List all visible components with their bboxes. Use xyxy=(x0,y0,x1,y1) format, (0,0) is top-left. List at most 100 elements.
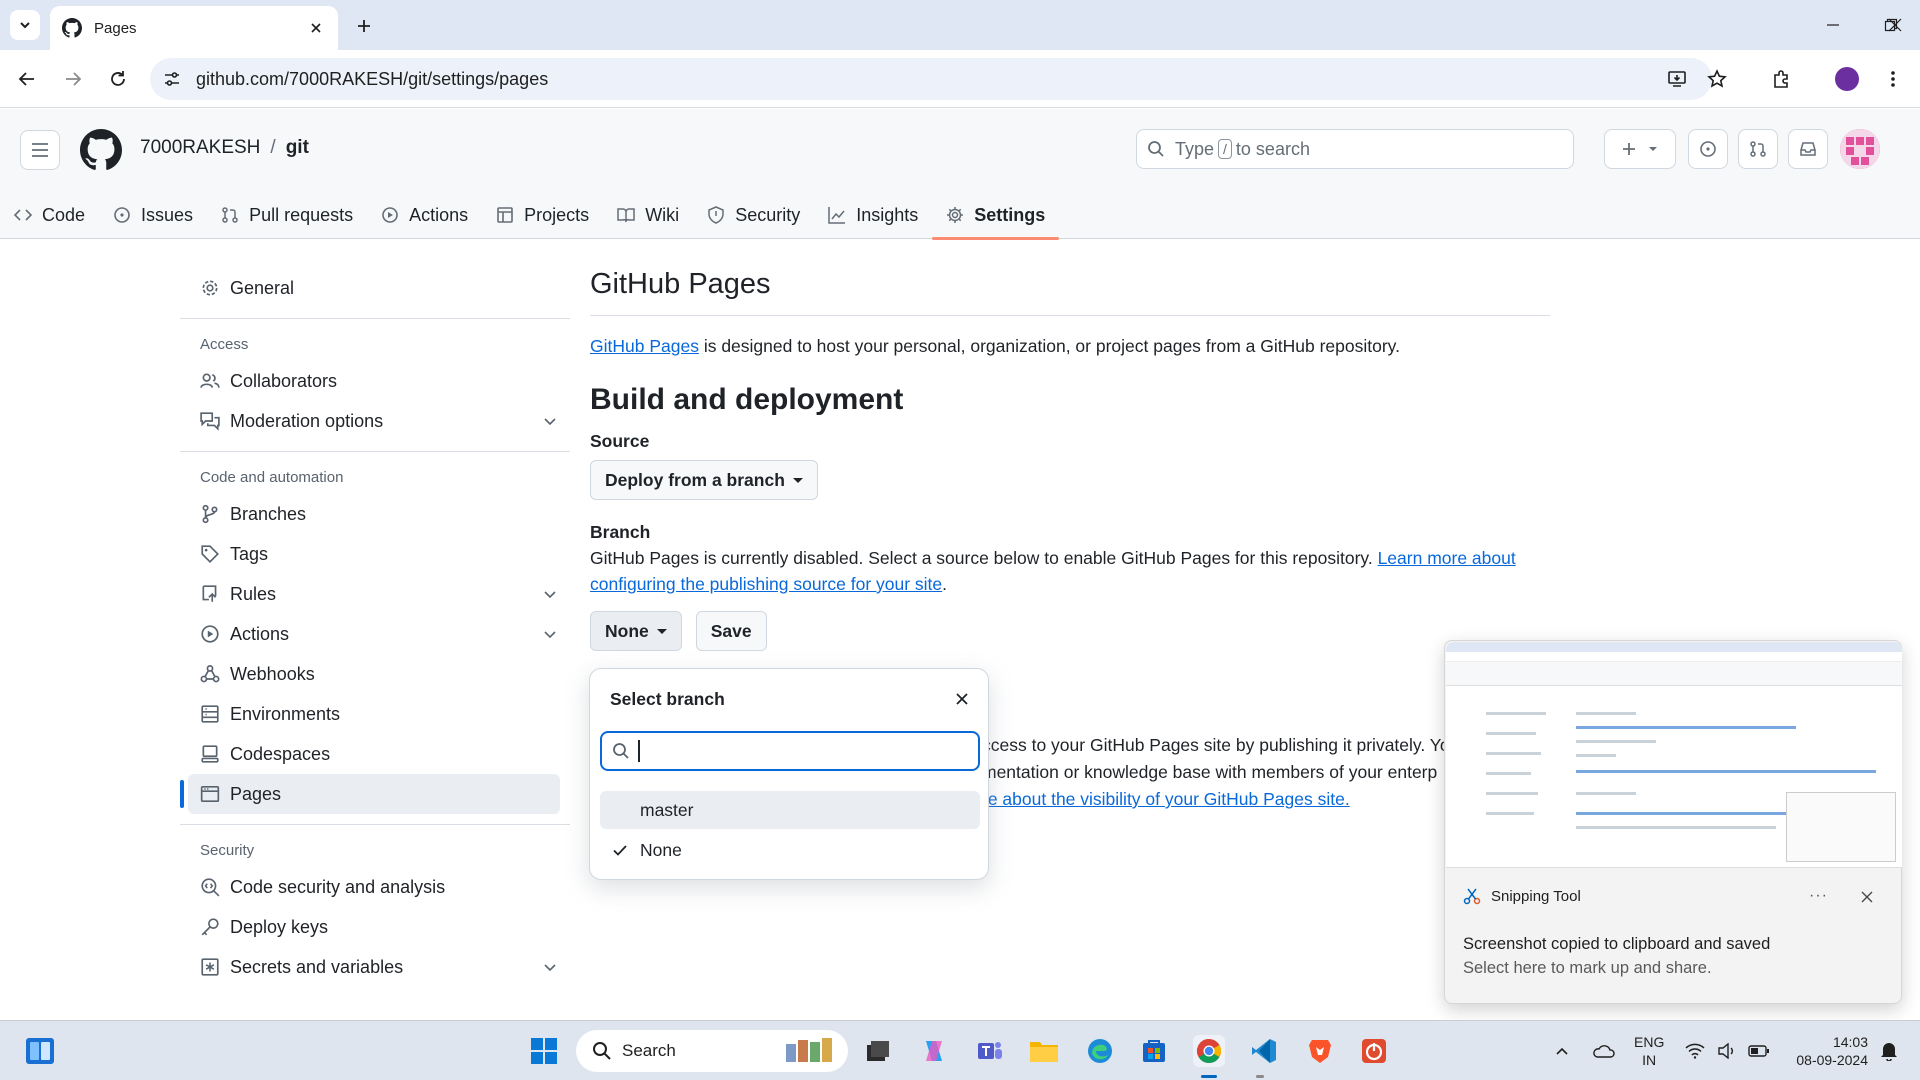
windows-start-icon[interactable] xyxy=(528,1035,560,1067)
extensions-icon[interactable] xyxy=(1766,64,1796,94)
sidebar-item-rules[interactable]: Rules xyxy=(180,574,570,614)
language-code: ENG xyxy=(1634,1034,1665,1050)
file-explorer-icon[interactable] xyxy=(1028,1035,1060,1067)
code-icon xyxy=(14,209,32,221)
inbox-button[interactable] xyxy=(1788,129,1828,169)
chrome-icon[interactable] xyxy=(1193,1035,1225,1067)
save-button[interactable]: Save xyxy=(695,611,767,651)
sidebar-item-actions[interactable]: Actions xyxy=(180,614,570,654)
plus-icon xyxy=(1623,143,1635,155)
tab-settings[interactable]: Settings xyxy=(932,191,1060,240)
repo-owner-link[interactable]: 7000RAKESH xyxy=(140,137,260,159)
tab-label: Security xyxy=(735,204,801,225)
sidebar-item-pages[interactable]: Pages xyxy=(180,774,560,814)
site-info-icon[interactable] xyxy=(160,67,184,91)
minimize-icon[interactable] xyxy=(1804,0,1862,50)
tab-actions[interactable]: Actions xyxy=(367,191,482,239)
tab-security[interactable]: Security xyxy=(693,191,814,239)
branch-option-master[interactable]: master xyxy=(600,791,980,829)
sidebar-item-code-security[interactable]: Code security and analysis xyxy=(180,867,570,907)
sidebar-item-tags[interactable]: Tags xyxy=(180,534,570,574)
user-avatar[interactable] xyxy=(1840,129,1880,169)
source-dropdown[interactable]: Deploy from a branch xyxy=(590,460,818,500)
input-language[interactable]: ENG IN xyxy=(1634,1033,1664,1069)
codespaces-icon xyxy=(201,745,219,763)
repo-name-link[interactable]: git xyxy=(286,137,309,159)
profile-avatar[interactable] xyxy=(1832,64,1862,94)
create-new-button[interactable] xyxy=(1604,129,1676,169)
visibility-learn-more-link[interactable]: re about the visibility of your GitHub P… xyxy=(982,789,1350,809)
search-icon xyxy=(1148,141,1164,157)
github-logo-icon[interactable] xyxy=(80,129,122,171)
branch-option-none[interactable]: None xyxy=(600,831,980,869)
sidebar-item-secrets[interactable]: Secrets and variables xyxy=(180,947,570,987)
close-window-icon[interactable] xyxy=(1870,0,1920,50)
notification-bell-icon[interactable] xyxy=(1874,1021,1904,1080)
browser-tab[interactable]: Pages xyxy=(50,6,338,50)
branch-select-button[interactable]: None xyxy=(590,611,682,651)
edge-icon[interactable] xyxy=(1084,1035,1116,1067)
sidebar-item-codespaces[interactable]: Codespaces xyxy=(180,734,570,774)
teams-icon[interactable] xyxy=(974,1035,1006,1067)
chevron-down-icon[interactable] xyxy=(542,959,558,975)
sidebar-item-general[interactable]: General xyxy=(180,268,570,308)
store-icon[interactable] xyxy=(1138,1035,1170,1067)
wifi-icon[interactable] xyxy=(1680,1021,1710,1080)
intro-rest: is designed to host your personal, organ… xyxy=(698,336,1400,356)
pull-requests-button[interactable] xyxy=(1738,129,1778,169)
onedrive-icon[interactable] xyxy=(1586,1021,1620,1080)
more-options-icon[interactable]: ··· xyxy=(1809,887,1828,905)
sidebar-item-collaborators[interactable]: Collaborators xyxy=(180,361,570,401)
windows-taskbar: Search ENG IN 14:03 08-09-2024 xyxy=(0,1020,1920,1080)
tab-pull-requests[interactable]: Pull requests xyxy=(207,191,367,239)
back-icon[interactable] xyxy=(12,64,42,94)
sidebar-item-deploy-keys[interactable]: Deploy keys xyxy=(180,907,570,947)
hamburger-menu-button[interactable] xyxy=(20,130,60,170)
tab-issues[interactable]: Issues xyxy=(99,191,207,239)
close-tab-icon[interactable] xyxy=(306,18,326,38)
url-bar[interactable]: github.com/7000RAKESH/git/settings/pages xyxy=(150,58,1712,100)
screenshot-thumbnail[interactable] xyxy=(1446,642,1902,868)
vscode-icon[interactable] xyxy=(1248,1035,1280,1067)
sidebar-item-webhooks[interactable]: Webhooks xyxy=(180,654,570,694)
sidebar-item-environments[interactable]: Environments xyxy=(180,694,570,734)
close-icon[interactable] xyxy=(1859,889,1875,905)
url-text[interactable]: github.com/7000RAKESH/git/settings/pages xyxy=(196,69,1712,90)
forward-icon[interactable] xyxy=(58,64,88,94)
power-app-icon[interactable] xyxy=(1358,1035,1390,1067)
search-input[interactable]: Type / to search xyxy=(1136,129,1574,169)
copilot-icon[interactable] xyxy=(918,1035,950,1067)
table-icon xyxy=(497,207,513,223)
system-clock[interactable]: 14:03 08-09-2024 xyxy=(1784,1033,1868,1069)
triangle-down-icon xyxy=(792,477,803,483)
volume-icon[interactable] xyxy=(1712,1021,1742,1080)
close-icon[interactable] xyxy=(952,689,972,709)
browser-menu-icon[interactable] xyxy=(1878,64,1908,94)
issues-button[interactable] xyxy=(1688,129,1728,169)
tab-code[interactable]: Code xyxy=(0,191,99,239)
show-hidden-icons-icon[interactable] xyxy=(1548,1021,1576,1080)
sidebar-item-branches[interactable]: Branches xyxy=(180,494,570,534)
chevron-down-icon[interactable] xyxy=(542,626,558,642)
github-pages-link[interactable]: GitHub Pages xyxy=(590,336,699,356)
battery-icon[interactable] xyxy=(1744,1021,1774,1080)
browser-tab-bar: Pages xyxy=(0,0,1920,50)
task-view-icon[interactable] xyxy=(862,1035,894,1067)
branch-filter-input[interactable] xyxy=(600,731,980,771)
snipping-tool-notification[interactable]: Snipping Tool ··· Screenshot copied to c… xyxy=(1444,640,1902,1004)
install-app-icon[interactable] xyxy=(1662,64,1692,94)
brave-icon[interactable] xyxy=(1304,1035,1336,1067)
tab-wiki[interactable]: Wiki xyxy=(603,191,693,239)
chevron-down-icon[interactable] xyxy=(542,586,558,602)
chevron-down-icon[interactable] xyxy=(542,413,558,429)
sidebar-item-moderation[interactable]: Moderation options xyxy=(180,401,570,441)
bookmark-star-icon[interactable] xyxy=(1702,64,1732,94)
tab-search-button[interactable] xyxy=(10,10,40,40)
taskbar-search[interactable]: Search xyxy=(576,1030,848,1072)
new-tab-icon[interactable] xyxy=(350,12,378,40)
widgets-icon[interactable] xyxy=(24,1035,56,1067)
tab-insights[interactable]: Insights xyxy=(814,191,932,239)
tab-label: Wiki xyxy=(645,204,680,225)
tab-projects[interactable]: Projects xyxy=(482,191,603,239)
reload-icon[interactable] xyxy=(103,64,133,94)
